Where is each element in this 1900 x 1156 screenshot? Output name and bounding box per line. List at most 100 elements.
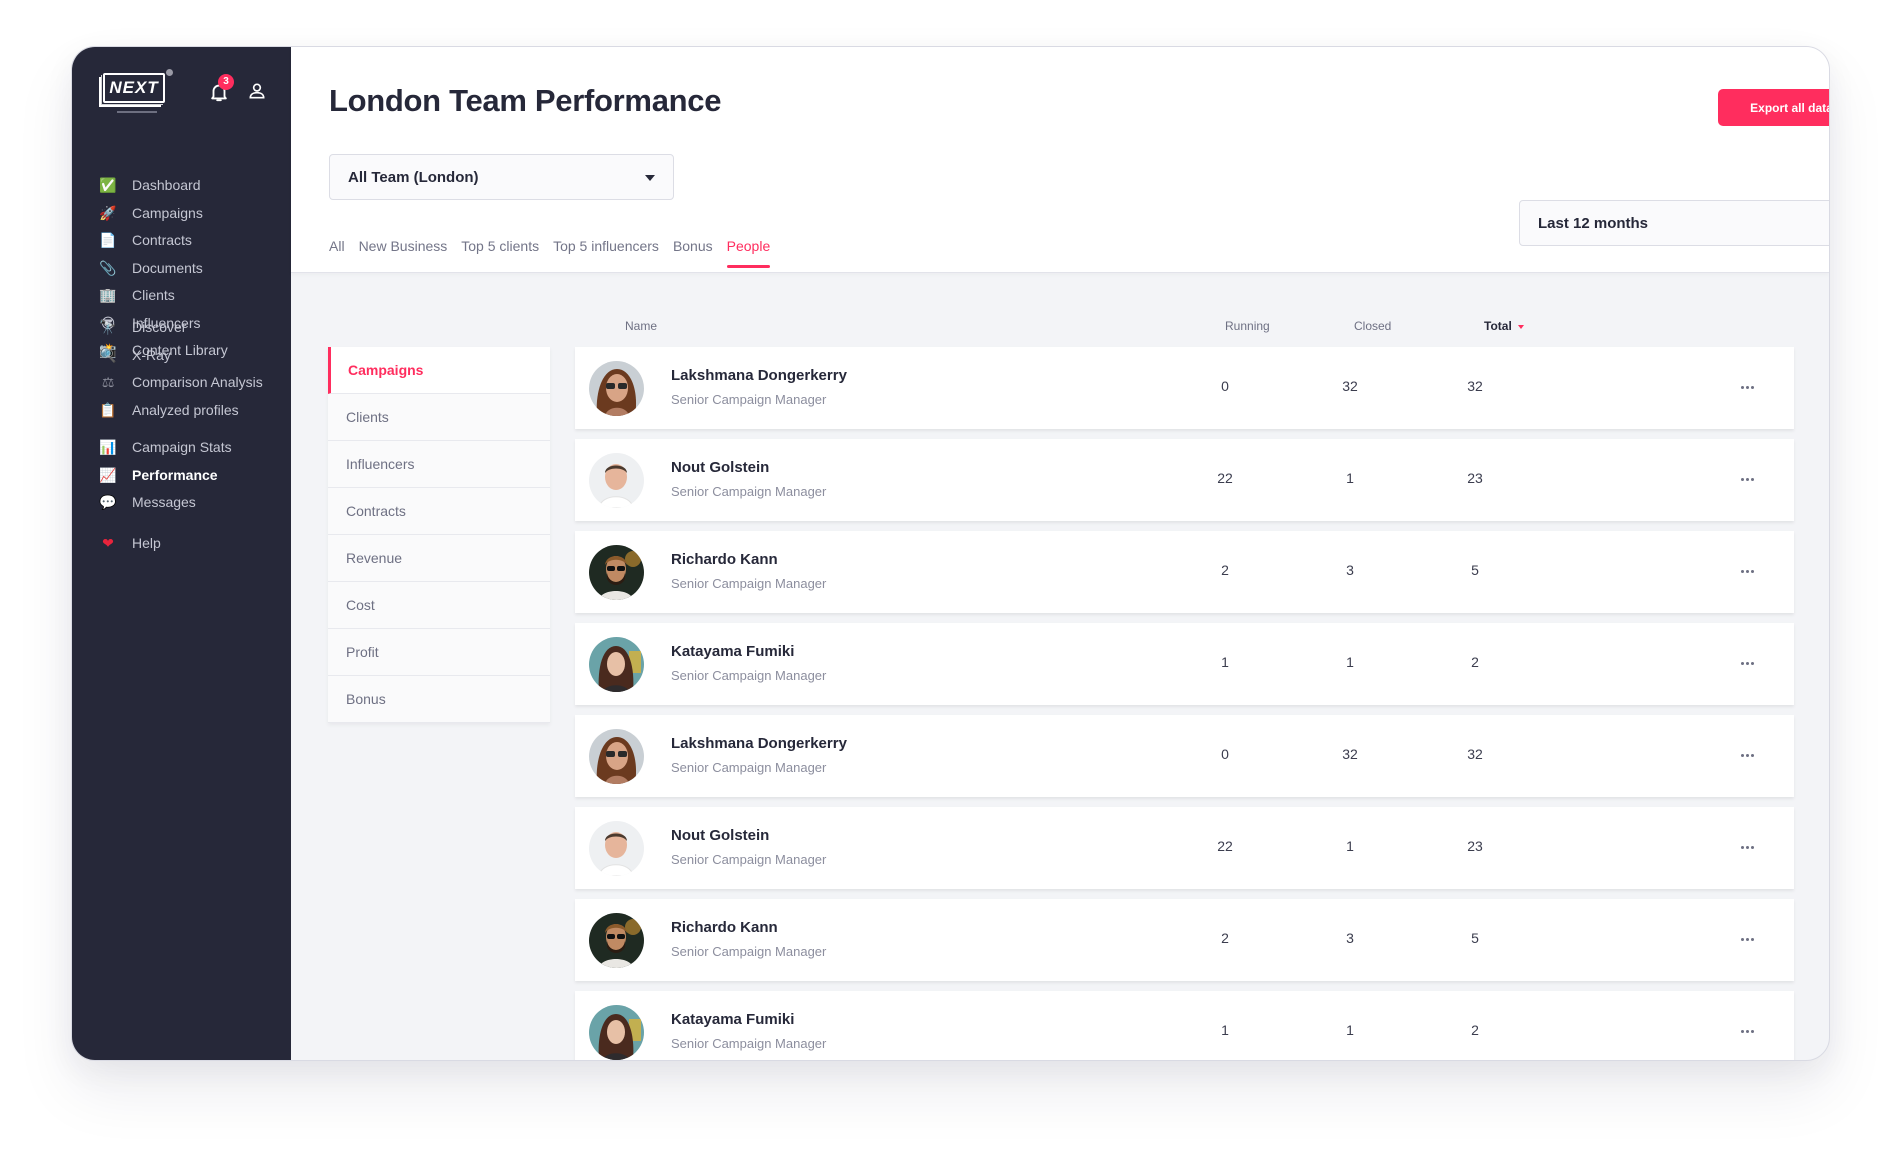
more-options-icon[interactable] xyxy=(1733,561,1761,581)
more-options-icon[interactable] xyxy=(1733,929,1761,949)
logo-tagline xyxy=(117,111,157,113)
total-count: 2 xyxy=(1471,654,1479,670)
rocket-icon: 🚀 xyxy=(99,204,117,221)
tab-bar: All New Business Top 5 clients Top 5 influe… xyxy=(329,238,784,268)
sidebar-item-help[interactable]: ❤ Help xyxy=(99,531,161,555)
avatar xyxy=(589,361,644,416)
subnav-item-influencers[interactable]: Influencers xyxy=(328,441,550,488)
table-row[interactable]: Lakshmana Dongerkerry Senior Campaign Man… xyxy=(575,715,1794,797)
sidebar-item-contracts[interactable]: 📄 Contracts xyxy=(99,228,192,252)
total-count: 5 xyxy=(1471,562,1479,578)
magnifier-icon: 🔍 xyxy=(99,346,117,363)
person-name[interactable]: Nout Golstein xyxy=(671,459,769,476)
closed-count: 32 xyxy=(1342,746,1358,762)
notification-badge: 3 xyxy=(218,74,234,90)
sidebar-item-documents[interactable]: 📎 Documents xyxy=(99,256,203,280)
table-row[interactable]: Nout Golstein Senior Campaign Manager 22 1 2… xyxy=(575,807,1794,889)
running-count: 22 xyxy=(1217,470,1233,486)
closed-count: 3 xyxy=(1346,562,1354,578)
trend-chart-icon: 📈 xyxy=(99,466,117,483)
tab-bonus[interactable]: Bonus xyxy=(673,238,713,268)
sidebar-item-label: Messages xyxy=(132,494,196,510)
period-select[interactable]: Last 12 months xyxy=(1519,200,1829,246)
subnav-item-clients[interactable]: Clients xyxy=(328,394,550,441)
bar-chart-icon: 📊 xyxy=(99,439,117,455)
sidebar-item-label: Help xyxy=(132,535,161,551)
column-header-running[interactable]: Running xyxy=(1225,319,1270,333)
table-row[interactable]: Lakshmana Dongerkerry Senior Campaign Man… xyxy=(575,347,1794,429)
tab-top-5-clients[interactable]: Top 5 clients xyxy=(461,238,539,268)
tab-people[interactable]: People xyxy=(726,238,770,268)
table-row[interactable]: Nout Golstein Senior Campaign Manager 22 1 2… xyxy=(575,439,1794,521)
avatar xyxy=(589,545,644,600)
more-options-icon[interactable] xyxy=(1733,745,1761,765)
sidebar-item-analyzed-profiles[interactable]: 📋 Analyzed profiles xyxy=(99,398,238,422)
subnav-item-revenue[interactable]: Revenue xyxy=(328,535,550,582)
column-header-closed[interactable]: Closed xyxy=(1354,319,1391,333)
subnav-item-campaigns[interactable]: Campaigns xyxy=(328,347,550,394)
avatar xyxy=(589,453,644,508)
avatar xyxy=(589,729,644,784)
more-options-icon[interactable] xyxy=(1733,469,1761,489)
subnav-item-profit[interactable]: Profit xyxy=(328,629,550,676)
person-role: Senior Campaign Manager xyxy=(671,944,827,959)
office-building-icon: 🏢 xyxy=(99,287,117,303)
person-name[interactable]: Lakshmana Dongerkerry xyxy=(671,735,847,752)
sidebar-item-dashboard[interactable]: ✅ Dashboard xyxy=(99,173,201,197)
speech-bubble-icon: 💬 xyxy=(99,494,117,510)
running-count: 1 xyxy=(1221,1022,1229,1038)
sidebar-item-x-ray[interactable]: 🔍 X-Ray xyxy=(99,343,171,367)
clipboard-icon: 📋 xyxy=(99,401,117,418)
team-select[interactable]: All Team (London) xyxy=(329,154,674,200)
column-header-total-label: Total xyxy=(1484,319,1512,333)
table-row[interactable]: Katayama Fumiki Senior Campaign Manager 1 1… xyxy=(575,991,1794,1060)
sidebar-item-discover[interactable]: 🔭 Discover xyxy=(99,315,186,339)
person-role: Senior Campaign Manager xyxy=(671,852,827,867)
export-all-data-button[interactable]: Export all data xyxy=(1718,89,1829,126)
person-name[interactable]: Lakshmana Dongerkerry xyxy=(671,367,847,384)
sidebar-item-label: Comparison Analysis xyxy=(132,374,263,390)
person-role: Senior Campaign Manager xyxy=(671,392,827,407)
table-row[interactable]: Richardo Kann Senior Campaign Manager 2 3 5 xyxy=(575,531,1794,613)
sidebar-item-label: Dashboard xyxy=(132,177,201,193)
person-role: Senior Campaign Manager xyxy=(671,668,827,683)
sidebar: NEXT 3 ✅ Dashboard 🚀 Campaigns 📄 Contracts 📎 Do… xyxy=(72,47,291,1060)
column-header-name[interactable]: Name xyxy=(625,319,657,333)
more-options-icon[interactable] xyxy=(1733,837,1761,857)
subnav-item-bonus[interactable]: Bonus xyxy=(328,676,550,723)
person-role: Senior Campaign Manager xyxy=(671,1036,827,1051)
user-icon[interactable] xyxy=(247,81,267,101)
person-name[interactable]: Katayama Fumiki xyxy=(671,1011,794,1028)
subnav-item-cost[interactable]: Cost xyxy=(328,582,550,629)
person-name[interactable]: Richardo Kann xyxy=(671,919,778,936)
closed-count: 1 xyxy=(1346,838,1354,854)
person-name[interactable]: Katayama Fumiki xyxy=(671,643,794,660)
sidebar-item-campaign-stats[interactable]: 📊 Campaign Stats xyxy=(99,435,231,459)
more-options-icon[interactable] xyxy=(1733,377,1761,397)
column-header-total[interactable]: Total xyxy=(1484,319,1524,333)
more-options-icon[interactable] xyxy=(1733,1021,1761,1041)
person-role: Senior Campaign Manager xyxy=(671,576,827,591)
sidebar-item-messages[interactable]: 💬 Messages xyxy=(99,490,196,514)
closed-count: 1 xyxy=(1346,654,1354,670)
subnav-item-contracts[interactable]: Contracts xyxy=(328,488,550,535)
running-count: 22 xyxy=(1217,838,1233,854)
person-name[interactable]: Richardo Kann xyxy=(671,551,778,568)
tab-top-5-influencers[interactable]: Top 5 influencers xyxy=(553,238,659,268)
sidebar-item-comparison-analysis[interactable]: ⚖ Comparison Analysis xyxy=(99,370,263,394)
person-name[interactable]: Nout Golstein xyxy=(671,827,769,844)
tab-new-business[interactable]: New Business xyxy=(359,238,448,268)
more-options-icon[interactable] xyxy=(1733,653,1761,673)
app-window: NEXT 3 ✅ Dashboard 🚀 Campaigns 📄 Contracts 📎 Do… xyxy=(71,46,1830,1061)
period-select-value: Last 12 months xyxy=(1538,214,1649,232)
tab-all[interactable]: All xyxy=(329,238,345,268)
chevron-down-icon xyxy=(645,175,655,181)
sidebar-item-performance[interactable]: 📈 Performance xyxy=(99,463,217,487)
avatar xyxy=(589,821,644,876)
table-row[interactable]: Katayama Fumiki Senior Campaign Manager 1 1… xyxy=(575,623,1794,705)
sidebar-item-campaigns[interactable]: 🚀 Campaigns xyxy=(99,201,203,225)
next-logo[interactable]: NEXT xyxy=(99,69,173,115)
table-row[interactable]: Richardo Kann Senior Campaign Manager 2 3 5 xyxy=(575,899,1794,981)
sidebar-item-label: Campaigns xyxy=(132,204,203,221)
sidebar-item-clients[interactable]: 🏢 Clients xyxy=(99,283,175,307)
